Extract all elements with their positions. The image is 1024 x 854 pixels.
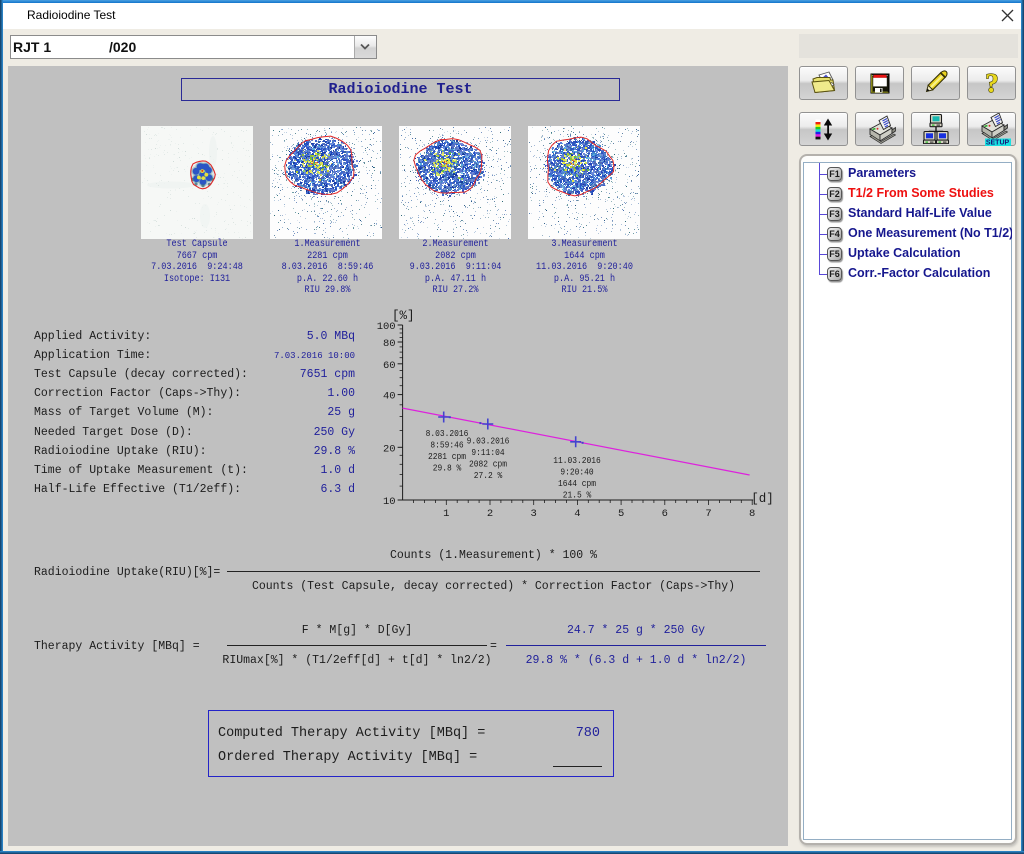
svg-text:9:11:04: 9:11:04 — [471, 447, 504, 458]
svg-text:11.03.2016: 11.03.2016 — [553, 455, 601, 466]
svg-text:6: 6 — [662, 508, 668, 520]
svg-text:80: 80 — [383, 338, 396, 350]
svg-text:8: 8 — [749, 508, 755, 520]
svg-text:1: 1 — [443, 508, 449, 520]
svg-text:60: 60 — [383, 360, 396, 372]
svg-text:7: 7 — [705, 508, 711, 520]
svg-text:27.2 %: 27.2 % — [474, 470, 503, 481]
svg-text:9:20:40: 9:20:40 — [560, 467, 593, 478]
svg-text:SETUP: SETUP — [985, 139, 1009, 145]
svg-text:21.5 %: 21.5 % — [563, 490, 592, 501]
svg-text:3: 3 — [531, 508, 537, 520]
svg-text:40: 40 — [383, 391, 396, 403]
svg-text:[%]: [%] — [392, 309, 415, 323]
svg-text:4: 4 — [574, 508, 580, 520]
svg-text:?: ? — [985, 69, 999, 97]
svg-text:29.8 %: 29.8 % — [433, 463, 462, 474]
svg-text:2082 cpm: 2082 cpm — [469, 459, 507, 470]
svg-text:5: 5 — [618, 508, 624, 520]
svg-text:9.03.2016: 9.03.2016 — [467, 436, 510, 447]
svg-text:10: 10 — [383, 496, 396, 508]
svg-text:[d]: [d] — [751, 492, 774, 506]
svg-text:20: 20 — [383, 443, 396, 455]
svg-text:2: 2 — [487, 508, 493, 520]
svg-text:1644 cpm: 1644 cpm — [558, 478, 596, 489]
svg-text:2281 cpm: 2281 cpm — [428, 451, 466, 462]
svg-text:8.03.2016: 8.03.2016 — [426, 428, 469, 439]
svg-text:8:59:46: 8:59:46 — [430, 440, 463, 451]
